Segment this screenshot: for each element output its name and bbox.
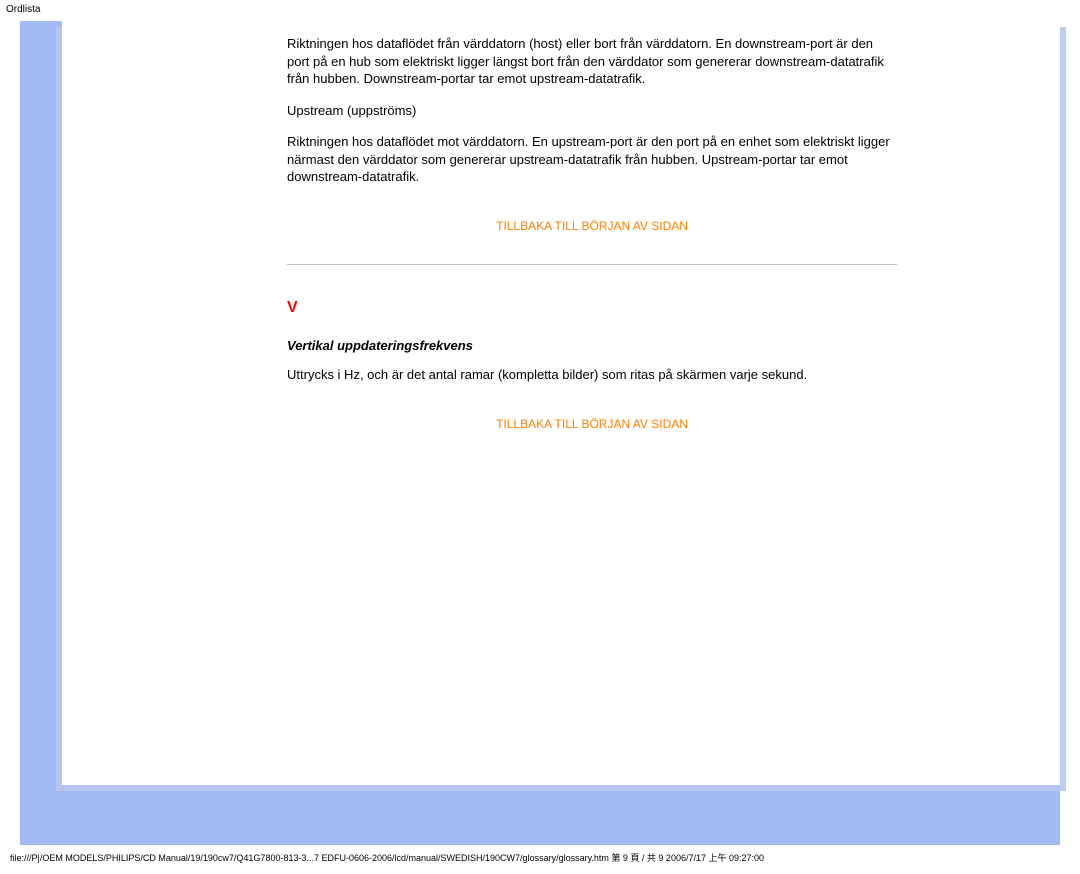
main-content: Riktningen hos dataflödet från värddator… bbox=[287, 35, 897, 432]
term-title: Vertikal uppdateringsfrekvens bbox=[287, 337, 897, 355]
section-divider bbox=[287, 264, 897, 265]
page-background-frame: Riktningen hos dataflödet från värddator… bbox=[20, 21, 1060, 845]
left-sidebar-spacer bbox=[82, 35, 287, 36]
back-to-top-link[interactable]: TILLBAKA TILL BÖRJAN AV SIDAN bbox=[287, 218, 897, 234]
card-shadow-area bbox=[20, 785, 1060, 845]
footer-file-path: file:///P|/OEM MODELS/PHILIPS/CD Manual/… bbox=[0, 845, 1080, 874]
section-letter-v: V bbox=[287, 297, 897, 319]
downstream-paragraph: Riktningen hos dataflödet från värddator… bbox=[287, 35, 897, 88]
upstream-paragraph: Riktningen hos dataflödet mot värddatorn… bbox=[287, 133, 897, 186]
back-to-top-link[interactable]: TILLBAKA TILL BÖRJAN AV SIDAN bbox=[287, 416, 897, 432]
content-card: Riktningen hos dataflödet från värddator… bbox=[62, 21, 1060, 785]
term-definition: Uttrycks i Hz, och är det antal ramar (k… bbox=[287, 366, 897, 384]
page-header-label: Ordlista bbox=[0, 0, 1080, 21]
upstream-label: Upstream (uppströms) bbox=[287, 102, 897, 120]
